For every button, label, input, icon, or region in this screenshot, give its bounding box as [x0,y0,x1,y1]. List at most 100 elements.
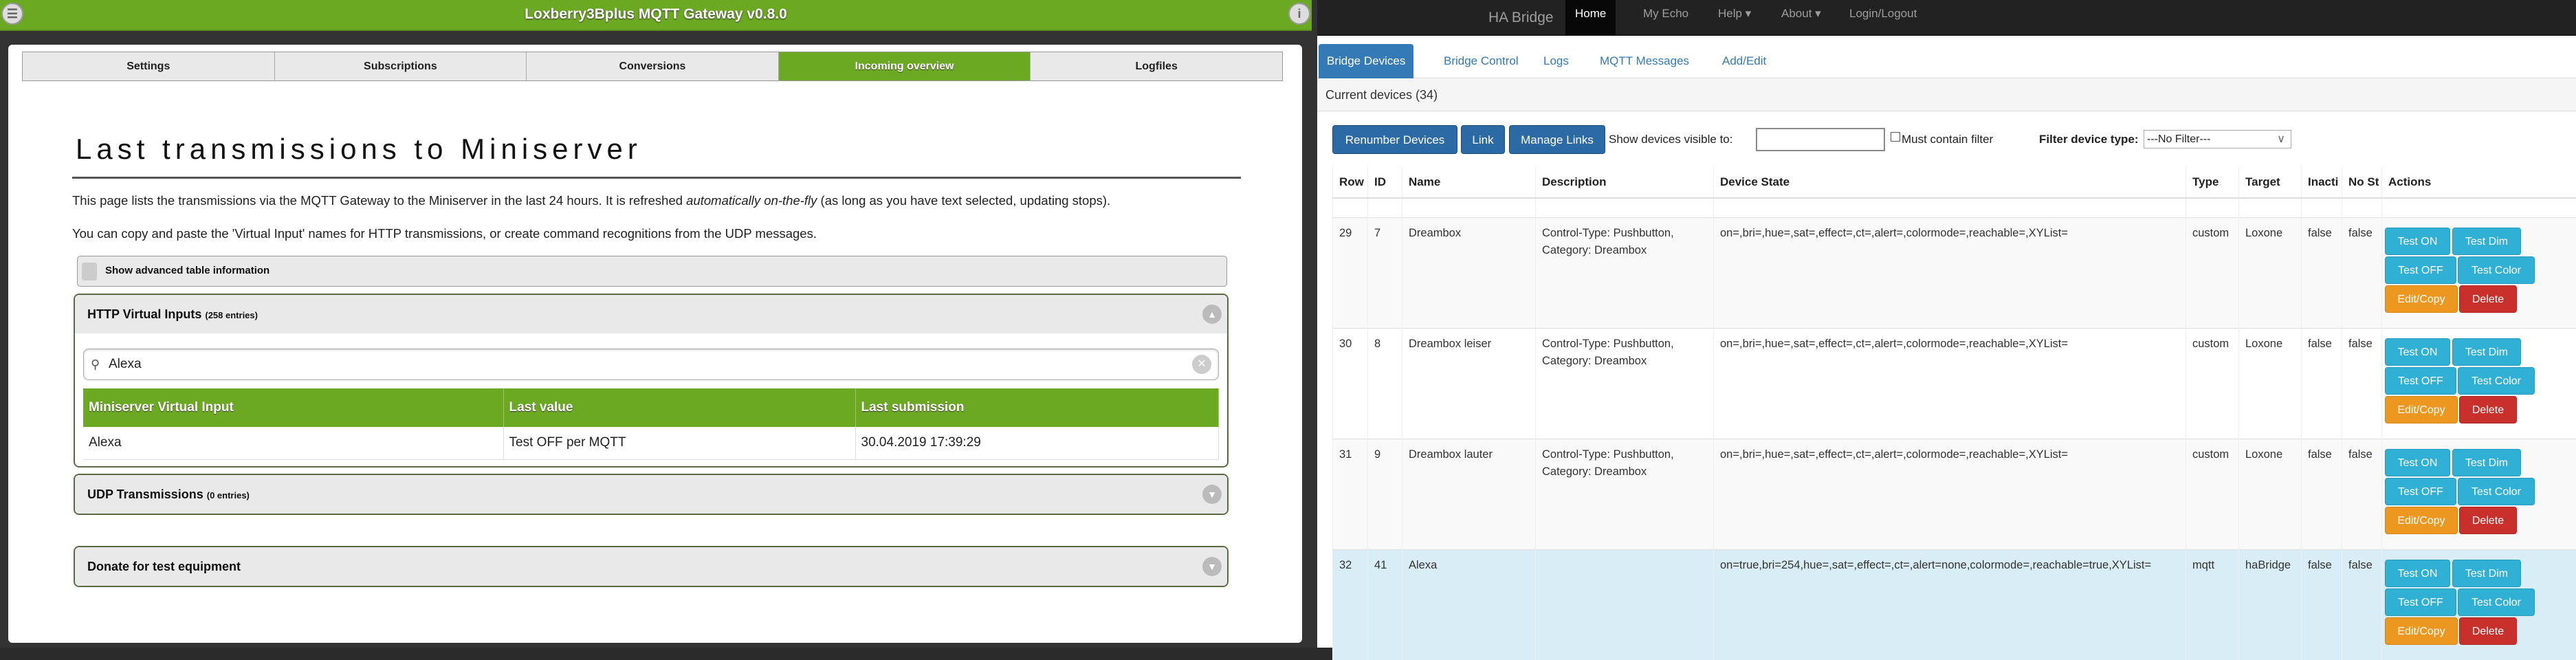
test-dim-button[interactable]: Test Dim [2452,449,2521,476]
cell-id: 9 [1368,439,1402,549]
description-line: Category: Dreambox [1542,463,1713,481]
test-on-button[interactable]: Test ON [2385,560,2450,587]
column-header-device-state[interactable]: Device State [1714,167,2186,198]
test-color-button[interactable]: Test Color [2458,588,2535,616]
test-on-button[interactable]: Test ON [2385,338,2450,366]
description-text: This page lists the transmissions via th… [72,193,1110,208]
filter-type-label: Filter device type: [2039,125,2139,154]
advanced-info-checkbox[interactable]: Show advanced table information [77,256,1227,287]
visible-to-input[interactable] [1756,128,1885,151]
description-line: Control-Type: Pushbutton, [1542,336,1713,353]
tab-logfiles[interactable]: Logfiles [1031,52,1282,80]
test-dim-button[interactable]: Test Dim [2452,560,2521,587]
test-off-button[interactable]: Test OFF [2385,588,2456,616]
tab-incoming-overview[interactable]: Incoming overview [779,52,1031,80]
tab-subscriptions[interactable]: Subscriptions [275,52,527,80]
tab-settings[interactable]: Settings [23,52,275,80]
search-input[interactable]: ⚲Alexa✕ [83,349,1219,380]
column-header[interactable]: Miniserver Virtual Input [83,388,503,427]
test-off-button[interactable]: Test OFF [2385,256,2456,284]
tab-logs[interactable]: Logs [1535,44,1577,78]
test-on-button[interactable]: Test ON [2385,449,2450,476]
cell-inactive: false [2302,217,2342,328]
delete-button[interactable]: Delete [2459,396,2517,424]
tab-bridge-control[interactable]: Bridge Control [1435,44,1527,78]
chevron-down-icon[interactable]: ▼ [1202,485,1222,504]
column-header-row[interactable]: Row [1333,167,1368,198]
chevron-down-icon: ∨ [2277,131,2285,148]
cell-inactive: false [2302,439,2342,549]
column-header[interactable]: Last submission [855,388,1219,427]
cell-inactive: false [2302,549,2342,660]
test-color-button[interactable]: Test Color [2458,367,2535,395]
tab-add-edit[interactable]: Add/Edit [1714,44,1774,78]
column-header-name[interactable]: Name [1402,167,1536,198]
ha-bridge-window: HA Bridge Home My Echo Help ▾ About ▾ Lo… [1312,0,2576,648]
test-dim-button[interactable]: Test Dim [2452,338,2521,366]
column-header-actions[interactable]: Actions [2382,167,2576,198]
chevron-up-icon[interactable]: ▲ [1202,305,1222,324]
cell-target: Loxone [2239,439,2302,549]
column-header-inactive[interactable]: Inacti [2302,167,2342,198]
section-title: HTTP Virtual Inputs [87,307,201,321]
test-off-button[interactable]: Test OFF [2385,478,2456,505]
column-header-type[interactable]: Type [2186,167,2239,198]
cell-name: Alexa [1402,549,1536,660]
http-section-header[interactable]: HTTP Virtual Inputs (258 entries) ▲ [75,295,1227,333]
test-color-button[interactable]: Test Color [2458,256,2535,284]
test-off-button[interactable]: Test OFF [2385,367,2456,395]
device-row: 32 41 Alexa on=true,bri=254,hue=,sat=,ef… [1333,549,2576,660]
entry-count: (258 entries) [205,310,258,320]
edit-copy-button[interactable]: Edit/Copy [2385,617,2458,645]
column-header-no-state[interactable]: No St [2342,167,2382,198]
advanced-info-label: Show advanced table information [105,265,269,276]
column-header-id[interactable]: ID [1368,167,1402,198]
device-row: 31 9 Dreambox lauter Control-Type: Pushb… [1333,439,2576,549]
content-panel: Settings Subscriptions Conversions Incom… [8,45,1302,643]
cell-name: Dreambox [1402,217,1536,328]
clear-icon[interactable]: ✕ [1192,355,1211,374]
divider [72,177,1241,179]
filter-value: ---No Filter--- [2147,133,2210,145]
nav-login-logout[interactable]: Login/Logout [1840,0,1926,36]
column-header[interactable]: Last value [503,388,855,427]
filter-type-select[interactable]: ---No Filter--- ∨ [2144,130,2291,148]
edit-copy-button[interactable]: Edit/Copy [2385,285,2458,313]
must-contain-checkbox[interactable] [1891,132,1900,142]
manage-links-button[interactable]: Manage Links [1509,125,1605,154]
nav-home[interactable]: Home [1565,0,1616,36]
column-header-target[interactable]: Target [2239,167,2302,198]
tab-bridge-devices[interactable]: Bridge Devices [1319,44,1413,78]
chevron-down-icon[interactable]: ▼ [1202,557,1222,576]
cell-no-state: false [2342,549,2382,660]
delete-button[interactable]: Delete [2459,285,2517,313]
brand[interactable]: HA Bridge [1488,0,1554,36]
test-dim-button[interactable]: Test Dim [2452,228,2521,255]
cell-actions: Test ON Test Dim Test OFF Test Color Edi… [2382,217,2576,328]
tab-mqtt-messages[interactable]: MQTT Messages [1592,44,1697,78]
section-title: UDP Transmissions [87,487,203,501]
edit-copy-button[interactable]: Edit/Copy [2385,507,2458,534]
cell-no-state: false [2342,328,2382,439]
nav-my-echo[interactable]: My Echo [1633,0,1698,36]
udp-transmissions-section[interactable]: UDP Transmissions (0 entries)▼ [74,474,1229,515]
nav-about[interactable]: About ▾ [1772,0,1831,36]
cell-actions: Test ON Test Dim Test OFF Test Color Edi… [2382,439,2576,549]
info-icon[interactable]: i [1288,3,1310,25]
test-on-button[interactable]: Test ON [2385,228,2450,255]
delete-button[interactable]: Delete [2459,617,2517,645]
delete-button[interactable]: Delete [2459,507,2517,534]
nav-help[interactable]: Help ▾ [1708,0,1761,36]
renumber-devices-button[interactable]: Renumber Devices [1332,125,1457,154]
current-devices-heading: Current devices (34) [1317,78,2576,111]
app-title: Loxberry3Bplus MQTT Gateway v0.8.0 [525,6,787,22]
cell-device-state: on=,bri=,hue=,sat=,effect=,ct=,alert=,co… [1714,328,2186,439]
column-header-description[interactable]: Description [1536,167,1714,198]
donate-section[interactable]: Donate for test equipment▼ [74,546,1229,587]
link-button[interactable]: Link [1461,125,1505,154]
edit-copy-button[interactable]: Edit/Copy [2385,396,2458,424]
tab-conversions[interactable]: Conversions [527,52,779,80]
test-color-button[interactable]: Test Color [2458,478,2535,505]
menu-icon[interactable]: ☰ [1,3,23,25]
cell-target: Loxone [2239,217,2302,328]
